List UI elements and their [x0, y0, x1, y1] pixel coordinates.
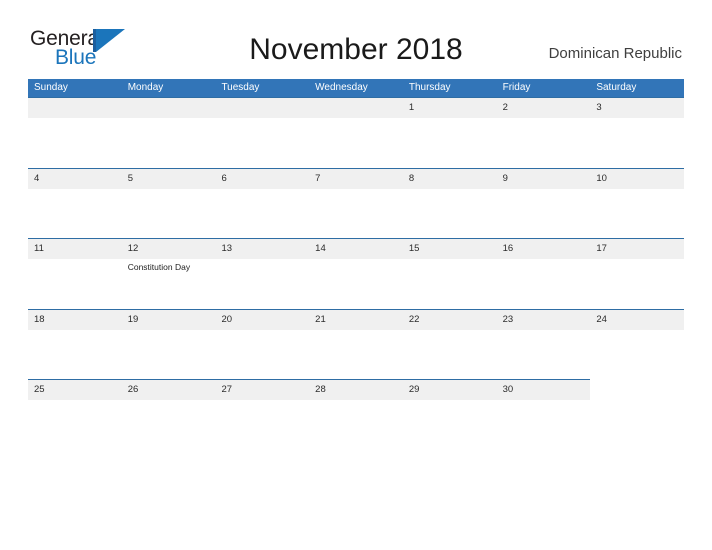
day-number: 17: [596, 243, 607, 254]
day-number: 22: [408, 313, 420, 325]
day-cell[interactable]: 28: [309, 379, 403, 419]
day-cell[interactable]: 20: [215, 309, 309, 380]
day-cell-empty: [122, 97, 216, 168]
day-number: 3: [596, 102, 602, 113]
weekday-header-thursday: Thursday: [408, 82, 451, 93]
day-cell[interactable]: 4: [28, 168, 122, 239]
weekday-header-sunday: Sunday: [34, 82, 68, 93]
week-day-cells: 1 2 3: [28, 97, 684, 168]
calendar-grid: Sunday Monday Tuesday Wednesday Thursday Frid…: [28, 79, 684, 419]
day-cell[interactable]: 2: [497, 97, 591, 168]
day-cell[interactable]: 25: [28, 379, 122, 419]
day-number: 13: [221, 243, 233, 254]
day-cell[interactable]: 10: [590, 168, 684, 239]
day-number: 14: [315, 243, 326, 254]
region-label: Dominican Republic: [548, 45, 682, 62]
day-cell-empty: [28, 97, 122, 168]
day-cell[interactable]: 13: [215, 238, 309, 309]
day-cell[interactable]: 22: [403, 309, 497, 380]
day-cell[interactable]: 19: [122, 309, 216, 380]
day-cell[interactable]: 11: [28, 238, 122, 309]
calendar-week-row: 1 2 3: [28, 97, 684, 168]
week-day-cells: 11 12 Constitution Day 13 14 15 16 17: [28, 238, 684, 309]
day-number: 12: [127, 243, 139, 254]
calendar-week-row: 4 5 6 7 8 9 10: [28, 167, 684, 239]
day-number: 25: [34, 384, 45, 395]
day-cell[interactable]: 15: [403, 238, 497, 309]
day-number: 15: [408, 243, 420, 254]
day-cell[interactable]: 29: [403, 379, 497, 419]
day-cell[interactable]: 26: [122, 379, 216, 419]
day-cell[interactable]: 21: [309, 309, 403, 380]
weekday-header-wednesday: Wednesday: [315, 82, 368, 93]
day-cell[interactable]: 5: [122, 168, 216, 239]
calendar-week-row: 18 19 20 21 22 23 24: [28, 308, 684, 380]
day-cell[interactable]: 23: [497, 309, 591, 380]
page-header: General Blue November 2018 Dominican Rep…: [0, 0, 712, 78]
day-cell[interactable]: 9: [497, 168, 591, 239]
day-cell[interactable]: 17: [590, 238, 684, 309]
calendar-week-row: 25 26 27 28 29 30: [28, 379, 684, 419]
day-number: 5: [127, 172, 134, 184]
weekday-header-tuesday: Tuesday: [221, 82, 260, 93]
day-cell[interactable]: 8: [403, 168, 497, 239]
day-number: 18: [34, 313, 45, 325]
day-number: 23: [502, 313, 514, 325]
day-number: 9: [502, 172, 508, 184]
day-number: 19: [127, 313, 139, 325]
day-number: 4: [34, 172, 40, 184]
calendar-page: General Blue November 2018 Dominican Rep…: [0, 0, 712, 550]
day-number: 7: [315, 172, 321, 184]
day-cell[interactable]: 18: [28, 309, 122, 380]
day-number: 24: [596, 313, 607, 325]
calendar-weeks: 1 2 3 4 5 6 7 8 9 10 11 12 Constitution Day 13 14 15 16 1…: [28, 97, 684, 419]
day-cell[interactable]: 7: [309, 168, 403, 239]
day-cell[interactable]: 3: [590, 97, 684, 168]
day-number: 27: [221, 384, 233, 395]
day-number: 26: [127, 384, 139, 395]
weekday-header-row: Sunday Monday Tuesday Wednesday Thursday Frid…: [28, 79, 684, 97]
day-cell[interactable]: 30: [497, 379, 591, 419]
week-day-cells: 4 5 6 7 8 9 10: [28, 168, 684, 239]
day-number: 2: [502, 102, 508, 113]
day-number: 28: [315, 384, 326, 395]
day-cell[interactable]: 14: [309, 238, 403, 309]
day-number: 30: [502, 384, 514, 395]
weekday-header-monday: Monday: [127, 82, 164, 93]
day-number: 11: [34, 243, 44, 254]
weekday-header-friday: Friday: [502, 82, 531, 93]
day-number: 10: [596, 172, 607, 184]
day-cell[interactable]: 12 Constitution Day: [122, 238, 216, 309]
calendar-week-row: 11 12 Constitution Day 13 14 15 16 17: [28, 238, 684, 309]
weekday-header-saturday: Saturday: [596, 82, 637, 93]
day-cell-empty: [215, 97, 309, 168]
day-number: 6: [221, 172, 227, 184]
day-cell[interactable]: 6: [215, 168, 309, 239]
day-cell[interactable]: 1: [403, 97, 497, 168]
day-cell[interactable]: 16: [497, 238, 591, 309]
week-day-cells: 25 26 27 28 29 30: [28, 379, 684, 419]
day-number: 16: [502, 243, 514, 254]
day-cell-empty: [590, 379, 684, 419]
day-cell[interactable]: 24: [590, 309, 684, 380]
day-number: 20: [221, 313, 233, 325]
day-number: 21: [315, 313, 326, 325]
day-event-label: Constitution Day: [127, 262, 191, 272]
week-day-cells: 18 19 20 21 22 23 24: [28, 309, 684, 380]
day-number: 8: [408, 172, 415, 184]
day-cell[interactable]: 27: [215, 379, 309, 419]
day-number: 1: [408, 102, 415, 113]
day-cell-empty: [309, 97, 403, 168]
day-number: 29: [408, 384, 420, 395]
